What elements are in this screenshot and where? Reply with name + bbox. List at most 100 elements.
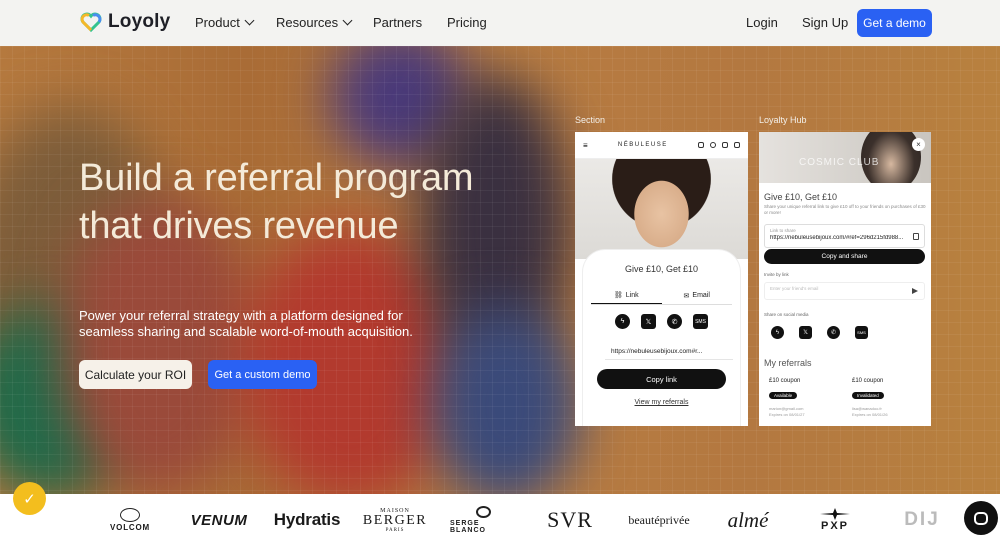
x-icon[interactable]: 𝕏 — [641, 314, 656, 329]
hub-title: Give £10, Get £10 — [764, 192, 838, 202]
nav-product[interactable]: Product — [195, 15, 255, 30]
svr-text: SVR — [547, 507, 593, 532]
hydratis-text: Hydratis — [273, 510, 341, 529]
hub-banner: COSMIC CLUB × — [759, 132, 931, 183]
coupon-card: £10 coupon Available marion@gmail.com Ex… — [769, 378, 844, 418]
hero-section: Build a referral program that drives rev… — [0, 46, 1000, 494]
email-placeholder: Enter your friend's email — [770, 286, 819, 291]
coupon-title: £10 coupon — [769, 378, 801, 384]
get-a-demo-button[interactable]: Get a demo — [857, 9, 932, 37]
chevron-down-icon — [244, 15, 255, 26]
link-icon: ⛓ — [613, 292, 623, 299]
account-icon — [698, 142, 704, 148]
social-label: Share on social media — [764, 312, 809, 317]
pxp-logo: PXP — [810, 506, 860, 534]
whatsapp-icon[interactable]: ✆ — [827, 326, 840, 339]
top-nav: Loyoly Product Resources Partners Pricin… — [0, 0, 1000, 46]
nav-resources[interactable]: Resources — [276, 15, 353, 30]
social-share-row: ϟ 𝕏 ✆ SMS — [583, 314, 740, 329]
tab-link-label: Link — [625, 291, 639, 299]
loyoly-heart-icon — [80, 11, 102, 33]
status-badge: Available — [769, 392, 798, 399]
sms-icon[interactable]: SMS — [693, 314, 708, 329]
berger-text: BERGER — [362, 512, 428, 528]
diji-logo: DIJ — [897, 506, 947, 534]
serge-blanco-logo: SERGE BLANCO — [450, 506, 516, 534]
invite-label: Invite by link — [764, 272, 789, 277]
venum-text: VENUM — [190, 511, 248, 529]
tab-link[interactable]: ⛓ Link — [591, 287, 662, 304]
store-header-icons — [698, 142, 740, 148]
hub-share-field[interactable]: Link to share https://nebuleusebijoux.co… — [764, 224, 925, 248]
hub-banner-title: COSMIC CLUB — [799, 157, 880, 168]
beaute-privee-logo: beautéprivée — [625, 506, 693, 534]
copy-link-button[interactable]: Copy link — [597, 369, 726, 389]
view-referrals-link[interactable]: View my referrals — [583, 399, 740, 406]
copy-and-share-button[interactable]: Copy and share — [764, 249, 925, 264]
loyalty-hub-preview: COSMIC CLUB × Give £10, Get £10 Share yo… — [759, 132, 931, 426]
hub-card-label: Loyalty Hub — [759, 115, 807, 125]
status-badge: Invalidated — [852, 392, 884, 399]
store-brand: NÉBULEUSE — [617, 142, 668, 148]
nav-pricing-label: Pricing — [447, 15, 487, 30]
venum-logo: VENUM — [188, 506, 250, 534]
volcom-stone-icon — [120, 508, 140, 522]
coupon-expiry: Expires on 08/01/26 — [852, 412, 888, 417]
maison-berger-logo: MAISON BERGER PARIS — [362, 506, 428, 534]
serge-blanco-text: SERGE BLANCO — [450, 520, 486, 534]
nav-pricing[interactable]: Pricing — [447, 15, 487, 30]
mail-icon: ✉ — [683, 292, 690, 300]
copy-icon[interactable] — [913, 233, 919, 240]
send-icon[interactable] — [912, 288, 918, 294]
widget-tabs: ⛓ Link ✉ Email — [591, 287, 732, 305]
messenger-icon[interactable]: ϟ — [615, 314, 630, 329]
sms-icon[interactable]: SMS — [855, 326, 868, 339]
nav-partners[interactable]: Partners — [373, 15, 422, 30]
model-photo — [575, 159, 748, 259]
nav-resources-label: Resources — [276, 15, 339, 30]
serge-blanco-emblem-icon — [475, 506, 491, 518]
store-header: ≡ NÉBULEUSE — [575, 132, 748, 159]
referral-widget: Give £10, Get £10 ⛓ Link ✉ Email ϟ 𝕏 ✆ S… — [583, 250, 740, 426]
coupon-expiry: Expires on 08/01/27 — [769, 412, 805, 417]
hub-share-url: https://nebuleusebijoux.com/#ref=296d215… — [770, 235, 904, 241]
loyoly-logo[interactable]: Loyoly — [80, 11, 170, 33]
tab-email[interactable]: ✉ Email — [662, 287, 733, 304]
checkmark-badge-icon[interactable]: ✓ — [13, 482, 46, 515]
login-link[interactable]: Login — [746, 15, 778, 30]
alme-logo: almé — [724, 506, 772, 534]
friend-email-input[interactable]: Enter your friend's email — [764, 282, 925, 300]
custom-demo-button[interactable]: Get a custom demo — [208, 360, 317, 389]
hero-title: Build a referral program that drives rev… — [79, 157, 474, 247]
search-icon — [710, 142, 716, 148]
beaute-privee-text: beautéprivée — [628, 512, 690, 527]
section-card-label: Section — [575, 115, 606, 125]
widget-title: Give £10, Get £10 — [624, 264, 699, 274]
signup-link[interactable]: Sign Up — [802, 15, 848, 30]
berger-bottom-text: PARIS — [385, 527, 405, 533]
chat-button[interactable] — [964, 501, 998, 535]
x-icon[interactable]: 𝕏 — [799, 326, 812, 339]
volcom-logo: VOLCOM — [104, 506, 156, 534]
cart-icon — [734, 142, 740, 148]
tab-email-label: Email — [692, 292, 710, 299]
pxp-text: PXP — [820, 520, 849, 532]
heart-icon — [722, 142, 728, 148]
alme-text: almé — [727, 507, 769, 532]
coupon-card: £10 coupon Invalidated lisa@wanadoo.fr E… — [852, 378, 927, 418]
chevron-down-icon — [342, 15, 353, 26]
chat-bubble-icon — [974, 511, 988, 525]
hub-share-label: Link to share — [770, 228, 796, 233]
pxp-star-icon — [820, 508, 850, 520]
close-icon[interactable]: × — [912, 138, 925, 151]
diji-text: DIJ — [904, 509, 940, 530]
referral-link-field[interactable]: https://nebuleusebijoux.com#r... — [605, 343, 733, 360]
nav-product-label: Product — [195, 15, 240, 30]
calculate-roi-button[interactable]: Calculate your ROI — [79, 360, 192, 389]
messenger-icon[interactable]: ϟ — [771, 326, 784, 339]
hub-description: Share your unique referral link to give … — [764, 204, 926, 215]
hydratis-logo: Hydratis — [273, 506, 341, 534]
whatsapp-icon[interactable]: ✆ — [667, 314, 682, 329]
section-widget-preview: ≡ NÉBULEUSE Give £10, Get £10 ⛓ Link ✉ E… — [575, 132, 748, 426]
volcom-text: VOLCOM — [110, 523, 150, 532]
